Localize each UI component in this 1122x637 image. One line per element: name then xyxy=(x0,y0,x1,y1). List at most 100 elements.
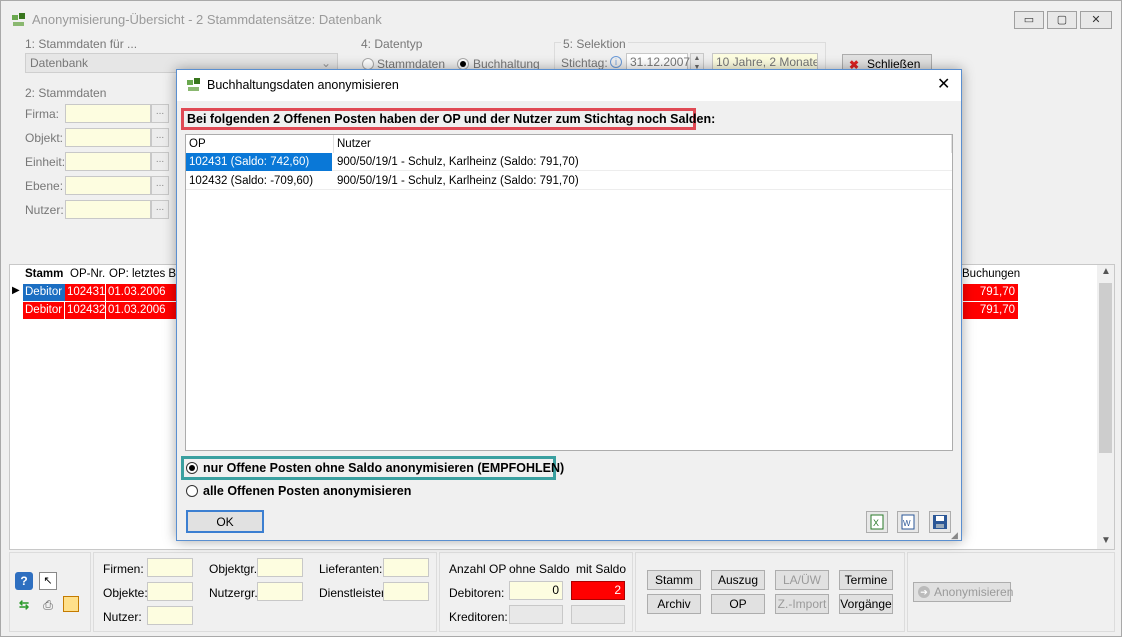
grid-header-stamm[interactable]: Stamm xyxy=(25,265,63,283)
termine-button[interactable]: Termine xyxy=(839,570,893,590)
firma-input[interactable] xyxy=(65,104,151,123)
stamm-button[interactable]: Stamm xyxy=(647,570,701,590)
layout-icon[interactable] xyxy=(63,596,79,612)
stichtag-label: Stichtag: xyxy=(561,56,608,70)
scroll-thumb[interactable] xyxy=(1099,283,1112,453)
grid-scrollbar[interactable]: ▲ ▼ xyxy=(1097,265,1114,549)
list-row1-nutzer[interactable]: 900/50/19/1 - Schulz, Karlheinz (Saldo: … xyxy=(334,153,944,171)
z-import-button[interactable]: Z.-Import xyxy=(775,594,829,614)
ebene-lookup-button[interactable]: ... xyxy=(151,176,169,195)
objekt-lookup-button[interactable]: ... xyxy=(151,128,169,147)
ok-button[interactable]: OK xyxy=(186,510,264,533)
ebene-label: Ebene: xyxy=(25,179,64,193)
save-icon[interactable] xyxy=(929,511,951,533)
info-icon: i xyxy=(610,56,622,68)
grid-row2-date[interactable]: 01.03.2006 xyxy=(106,302,178,319)
print-icon[interactable]: ⎙ xyxy=(39,596,57,614)
dienstleister-count xyxy=(383,582,429,601)
list-row1-op[interactable]: 102431 (Saldo: 742,60) xyxy=(186,153,332,171)
einheit-label: Einheit: xyxy=(25,155,66,169)
cursor-icon[interactable]: ↖ xyxy=(39,572,57,590)
recommended-option[interactable]: nur Offene Posten ohne Saldo anonymisier… xyxy=(181,456,564,480)
mit-saldo-label: mit Saldo xyxy=(576,562,627,576)
app-icon xyxy=(11,12,27,28)
la-uew-button[interactable]: LA/ÜW xyxy=(775,570,829,590)
grid-row2-stamm[interactable]: Debitor xyxy=(23,302,65,319)
word-export-icon[interactable]: W xyxy=(897,511,919,533)
objektgr-count xyxy=(257,558,303,577)
list-row[interactable]: 102431 (Saldo: 742,60) 900/50/19/1 - Sch… xyxy=(186,153,952,171)
objektgr-label: Objektgr.: xyxy=(209,562,261,576)
resize-grip-icon[interactable]: ◢ xyxy=(951,530,958,541)
anonymisieren-button[interactable]: ➔ Anonymisieren xyxy=(913,582,1014,602)
firmen-count xyxy=(147,558,193,577)
kreditoren-label: Kreditoren: xyxy=(449,610,508,624)
op-list[interactable]: OP Nutzer 102431 (Saldo: 742,60) 900/50/… xyxy=(185,134,953,451)
anzahl-op-label: Anzahl OP xyxy=(449,562,507,576)
scroll-down-icon[interactable]: ▼ xyxy=(1101,535,1111,546)
maximize-button[interactable]: ▢ xyxy=(1047,11,1077,29)
stammdaten-fuer-label: 1: Stammdaten für ... xyxy=(25,37,138,51)
vorgaenge-button[interactable]: Vorgänge xyxy=(839,594,893,614)
grid-row2-op[interactable]: 102432 xyxy=(65,302,106,319)
list-row[interactable]: 102432 (Saldo: -709,60) 900/50/19/1 - Sc… xyxy=(186,172,952,190)
lieferanten-count xyxy=(383,558,429,577)
grid-row1-date[interactable]: 01.03.2006 xyxy=(106,284,178,301)
nutzer-count xyxy=(147,606,193,625)
recommended-radio[interactable] xyxy=(186,462,198,474)
window-close-button[interactable]: ✕ xyxy=(1080,11,1112,29)
arrow-right-icon: ➔ xyxy=(918,586,930,598)
dialog-title-bar: Buchhaltungsdaten anonymisieren ✕ xyxy=(177,70,961,101)
datentyp-label: 4: Datentyp xyxy=(361,37,423,51)
grid-header-opnr[interactable]: OP-Nr. xyxy=(70,265,105,283)
firma-label: Firma: xyxy=(25,107,59,121)
ebene-input[interactable] xyxy=(65,176,151,195)
anonymize-dialog: Buchhaltungsdaten anonymisieren ✕ Bei fo… xyxy=(176,69,962,541)
list-header-op[interactable]: OP xyxy=(186,135,334,153)
objekt-label: Objekt: xyxy=(25,131,64,145)
dialog-title: Buchhaltungsdaten anonymisieren xyxy=(207,78,399,92)
objekt-input[interactable] xyxy=(65,128,151,147)
grid-row1-op[interactable]: 102431 xyxy=(65,284,106,301)
grid-header-op-letztes[interactable]: OP: letztes Be xyxy=(109,265,183,283)
debitoren-label: Debitoren: xyxy=(449,586,505,600)
nutzer-count-label: Nutzer: xyxy=(103,610,142,624)
grid-header-buchungen[interactable]: Buchungen xyxy=(962,265,1020,283)
row-pointer-icon: ▶ xyxy=(12,285,20,296)
einheit-input[interactable] xyxy=(65,152,151,171)
dialog-close-button[interactable]: ✕ xyxy=(937,74,950,94)
objekte-label: Objekte: xyxy=(103,586,148,600)
list-header-nutzer[interactable]: Nutzer xyxy=(334,135,952,153)
ohne-saldo-label: ohne Saldo xyxy=(509,562,570,576)
refresh-icon[interactable]: ⇆ xyxy=(15,596,33,614)
tools-group xyxy=(9,552,91,632)
auszug-button[interactable]: Auszug xyxy=(711,570,765,590)
kreditoren-mit-saldo xyxy=(571,605,625,624)
nutzer-input[interactable] xyxy=(65,200,151,219)
dialog-message: Bei folgenden 2 Offenen Posten haben der… xyxy=(181,108,715,130)
firma-lookup-button[interactable]: ... xyxy=(151,104,169,123)
all-op-radio[interactable] xyxy=(186,485,198,497)
scroll-up-icon[interactable]: ▲ xyxy=(1101,266,1111,277)
lieferanten-label: Lieferanten: xyxy=(319,562,383,576)
op-button[interactable]: OP xyxy=(711,594,765,614)
recommended-label: nur Offene Posten ohne Saldo anonymisier… xyxy=(203,461,565,475)
help-icon[interactable]: ? xyxy=(15,572,33,590)
einheit-lookup-button[interactable]: ... xyxy=(151,152,169,171)
excel-export-icon[interactable]: X xyxy=(866,511,888,533)
list-row2-op[interactable]: 102432 (Saldo: -709,60) xyxy=(186,172,332,190)
anonymisieren-label: Anonymisieren xyxy=(934,585,1014,599)
grid-row2-amount[interactable]: 791,70 xyxy=(963,302,1019,319)
nav-group xyxy=(635,552,905,632)
minimize-button[interactable]: ▭ xyxy=(1014,11,1044,29)
debitoren-mit-saldo: 2 xyxy=(571,581,625,600)
grid-row1-stamm[interactable]: Debitor xyxy=(23,284,65,301)
nutzer-lookup-button[interactable]: ... xyxy=(151,200,169,219)
grid-row1-amount[interactable]: 791,70 xyxy=(963,284,1019,301)
dialog-app-icon xyxy=(186,77,202,93)
selektion-label: 5: Selektion xyxy=(561,37,628,51)
title-bar: Anonymisierung-Übersicht - 2 Stammdatens… xyxy=(1,1,1121,39)
objekte-count xyxy=(147,582,193,601)
list-row2-nutzer[interactable]: 900/50/19/1 - Schulz, Karlheinz (Saldo: … xyxy=(334,172,944,190)
archiv-button[interactable]: Archiv xyxy=(647,594,701,614)
